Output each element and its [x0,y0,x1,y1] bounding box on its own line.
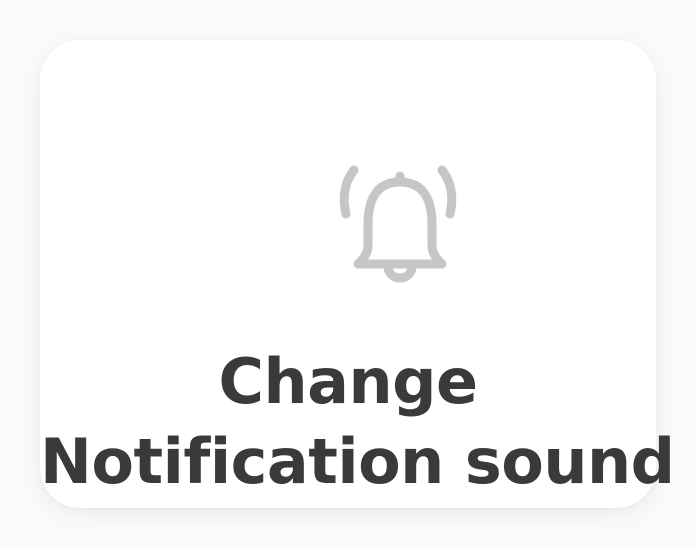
tile-label-line2: Notification sound [40,425,675,498]
tile-label-line1: Change [218,345,478,418]
bell-ringing-icon [339,165,457,283]
tile-label: Change Notification sound [40,342,675,502]
change-notification-sound-tile[interactable]: Change Notification sound [40,40,675,508]
